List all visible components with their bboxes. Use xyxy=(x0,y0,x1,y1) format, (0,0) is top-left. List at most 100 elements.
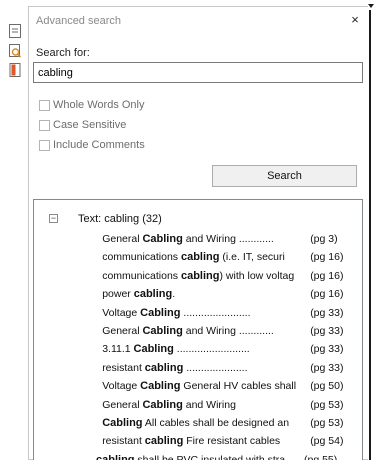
snippet-suffix: shall be PVC insulated with stra xyxy=(134,453,286,460)
matched-term: cabling xyxy=(180,251,220,264)
page-reference: (pg 16) xyxy=(310,269,344,282)
matched-term: Cabling xyxy=(140,306,181,319)
vertical-divider xyxy=(369,10,371,460)
result-snippet: power cabling. xyxy=(102,285,306,303)
snippet-prefix: Voltage xyxy=(102,380,141,393)
result-snippet: resistant cabling Fire resistant cables xyxy=(102,432,306,450)
result-row[interactable]: resistant cabling Fire resistant cables (… xyxy=(34,432,362,450)
result-snippet: communications cabling) with low voltag xyxy=(102,267,306,285)
snippet-suffix: ..................... xyxy=(183,361,248,374)
snippet-prefix: communications xyxy=(102,251,181,264)
snippet-suffix: General HV cables shall xyxy=(180,380,297,393)
result-row[interactable]: General Cabling and Wiring ............ (… xyxy=(34,230,362,248)
search-input[interactable] xyxy=(33,62,363,83)
whole-words-checkbox[interactable] xyxy=(39,99,50,111)
page-reference: (pg 33) xyxy=(310,361,344,374)
page-reference: (pg 16) xyxy=(310,251,344,264)
page-reference: (pg 3) xyxy=(310,233,338,245)
snippet-prefix: General xyxy=(102,398,143,411)
page-reference: (pg 50) xyxy=(310,380,344,393)
snippet-suffix: ....................... xyxy=(180,306,251,319)
results-list: General Cabling and Wiring ............ (… xyxy=(34,230,362,460)
result-row[interactable]: cabling shall be PVC insulated with stra… xyxy=(34,451,362,460)
snippet-prefix: communications xyxy=(102,269,181,282)
whole-words-label: Whole Words Only xyxy=(53,99,145,111)
snippet-prefix: General xyxy=(102,233,143,245)
result-snippet: Voltage Cabling General HV cables shall xyxy=(102,377,306,395)
bookmark-icon[interactable] xyxy=(8,63,22,77)
snippet-prefix: power xyxy=(102,288,134,301)
matched-term: Cabling xyxy=(140,380,181,393)
snippet-suffix: (i.e. IT, securi xyxy=(219,251,285,264)
result-row[interactable]: General Cabling and Wiring ............ (… xyxy=(34,322,362,340)
matched-term: cabling xyxy=(96,453,135,460)
result-row[interactable]: Voltage Cabling General HV cables shall (… xyxy=(34,377,362,395)
page-reference: (pg 53) xyxy=(310,398,344,411)
snippet-suffix: and Wiring xyxy=(182,398,236,411)
page-icon[interactable] xyxy=(8,24,22,38)
page-reference: (pg 16) xyxy=(310,288,344,301)
results-group-label[interactable]: Text: cabling (32) xyxy=(78,213,162,225)
search-document-icon[interactable] xyxy=(8,44,22,58)
result-snippet: communications cabling (i.e. IT, securi xyxy=(102,248,306,266)
matched-term: Cabling xyxy=(142,398,183,411)
result-snippet: General Cabling and Wiring ............ xyxy=(102,322,306,340)
snippet-prefix: resistant xyxy=(102,435,145,448)
page-reference: (pg 33) xyxy=(310,306,344,319)
result-row[interactable]: Cabling All cables shall be designed an (… xyxy=(34,414,362,432)
whole-words-option[interactable]: Whole Words Only xyxy=(39,99,145,111)
case-sensitive-label: Case Sensitive xyxy=(53,119,127,131)
page-reference: (pg 33) xyxy=(310,343,344,356)
snippet-prefix: Voltage xyxy=(102,306,141,319)
result-row[interactable]: Voltage Cabling ....................... (… xyxy=(34,304,362,322)
snippet-suffix: ) with low voltag xyxy=(219,269,295,282)
result-row[interactable]: General Cabling and Wiring (pg 53) xyxy=(34,396,362,414)
matched-term: cabling xyxy=(133,288,173,301)
result-snippet: General Cabling and Wiring ............ xyxy=(102,230,306,248)
left-toolstrip xyxy=(0,0,28,460)
case-sensitive-checkbox[interactable] xyxy=(39,119,50,131)
snippet-prefix: resistant xyxy=(102,361,145,374)
matched-term: Cabling xyxy=(142,233,183,245)
advanced-search-panel: Advanced search × Search for: Whole Word… xyxy=(28,6,368,460)
snippet-suffix: and Wiring ............ xyxy=(182,233,274,245)
page-reference: (pg 55) xyxy=(304,453,338,460)
matched-term: Cabling xyxy=(133,343,174,356)
page-reference: (pg 33) xyxy=(310,324,344,337)
result-snippet: cabling shall be PVC insulated with stra xyxy=(96,451,300,460)
result-snippet: Voltage Cabling ....................... xyxy=(102,304,306,322)
right-scroll-edge[interactable] xyxy=(368,0,377,460)
include-comments-option[interactable]: Include Comments xyxy=(39,139,145,151)
result-row[interactable]: communications cabling) with low voltag (… xyxy=(34,267,362,285)
search-button[interactable]: Search xyxy=(212,165,357,187)
search-results-tree[interactable]: − Text: cabling (32) General Cabling and… xyxy=(33,199,363,460)
matched-term: Cabling xyxy=(142,324,183,337)
include-comments-label: Include Comments xyxy=(53,139,145,151)
close-icon[interactable]: × xyxy=(348,13,362,27)
page-reference: (pg 53) xyxy=(310,416,344,429)
result-snippet: General Cabling and Wiring xyxy=(102,396,306,414)
result-snippet: 3.11.1 Cabling ......................... xyxy=(102,340,306,358)
matched-term: cabling xyxy=(180,269,220,282)
snippet-suffix: All cables shall be designed an xyxy=(142,416,290,429)
result-row[interactable]: 3.11.1 Cabling .........................… xyxy=(34,340,362,358)
page-reference: (pg 54) xyxy=(310,435,344,448)
result-snippet: Cabling All cables shall be designed an xyxy=(102,414,306,432)
panel-title: Advanced search xyxy=(36,15,121,27)
snippet-prefix: 3.11.1 xyxy=(102,343,134,356)
include-comments-checkbox[interactable] xyxy=(39,139,50,151)
collapse-toggle-icon[interactable]: − xyxy=(49,214,58,223)
result-row[interactable]: power cabling. (pg 16) xyxy=(34,285,362,303)
matched-term: cabling xyxy=(144,435,184,448)
snippet-suffix: ......................... xyxy=(173,343,250,356)
search-for-label: Search for: xyxy=(36,47,90,59)
snippet-suffix: and Wiring ............ xyxy=(182,324,274,337)
snippet-suffix: . xyxy=(172,288,176,301)
snippet-suffix: Fire resistant cables xyxy=(183,435,281,448)
matched-term: Cabling xyxy=(102,416,143,429)
result-row[interactable]: communications cabling (i.e. IT, securi(… xyxy=(34,248,362,266)
result-row[interactable]: resistant cabling ..................... (… xyxy=(34,359,362,377)
case-sensitive-option[interactable]: Case Sensitive xyxy=(39,119,126,131)
snippet-prefix: General xyxy=(102,324,143,337)
matched-term: cabling xyxy=(144,361,184,374)
